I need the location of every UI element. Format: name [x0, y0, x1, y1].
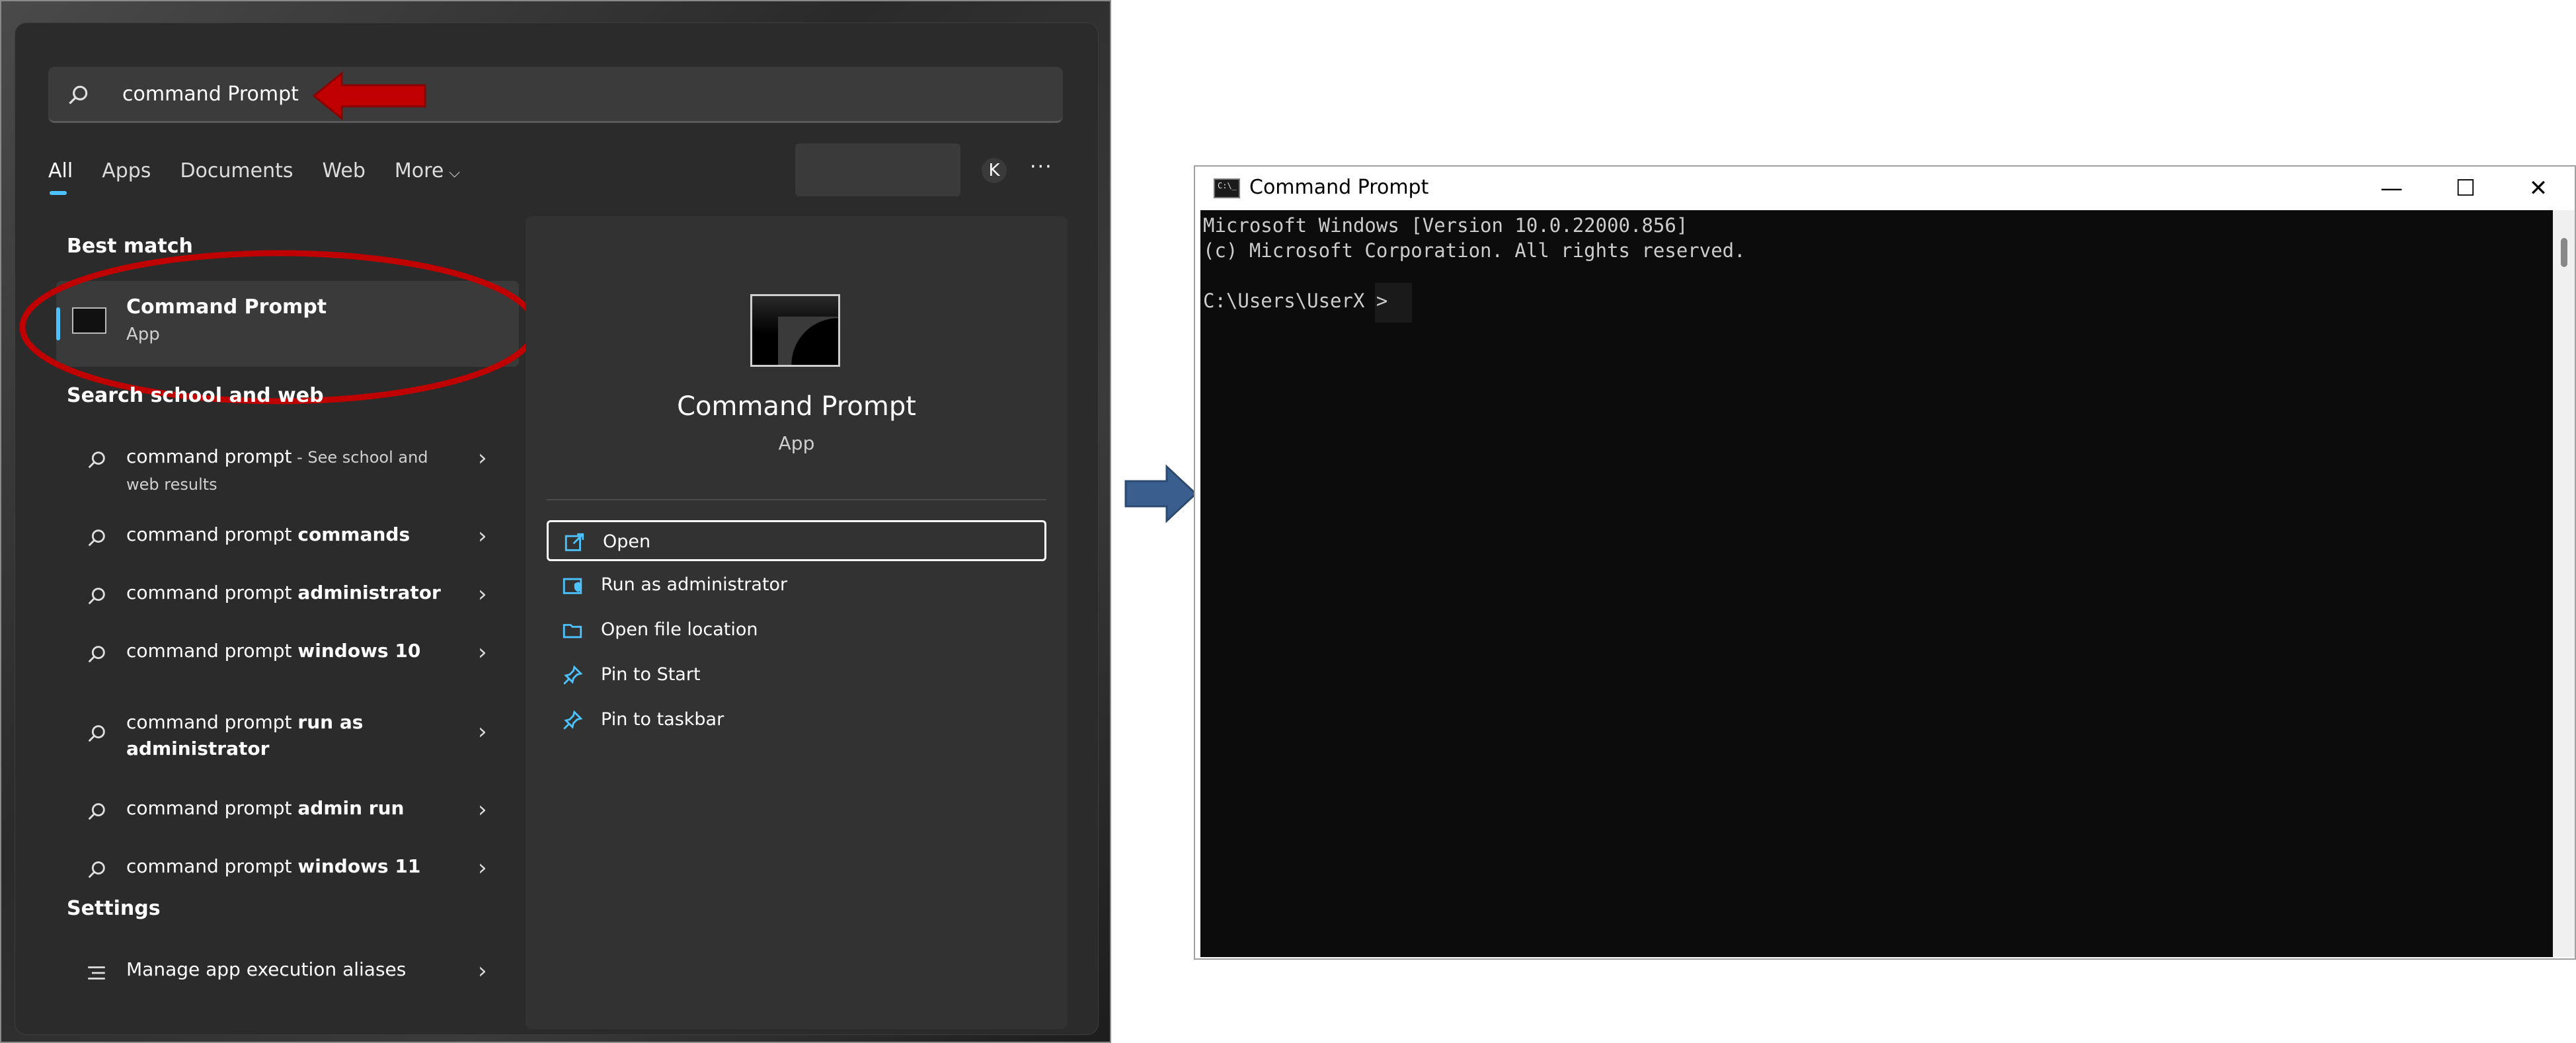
web-result-row[interactable]: command prompt windows 10 › — [56, 629, 512, 681]
web-result-label: command prompt - See school and web resu… — [126, 445, 428, 494]
pin-icon — [563, 710, 583, 730]
tab-web[interactable]: Web — [323, 157, 366, 186]
search-input[interactable]: command Prompt — [48, 67, 1063, 123]
search-icon — [88, 725, 105, 742]
settings-heading: Settings — [67, 897, 161, 920]
details-pane: Command Prompt App Open Run as administr… — [526, 216, 1068, 1029]
blue-arrow-annotation — [1124, 464, 1198, 523]
open-file-location-button[interactable]: Open file location — [547, 610, 1046, 651]
start-menu-screenshot: command Prompt All Apps Documents Web Mo… — [0, 0, 1111, 1043]
open-file-location-label: Open file location — [601, 619, 758, 640]
web-result-label: command prompt administrator — [126, 582, 441, 603]
web-result-label: command prompt windows 11 — [126, 855, 421, 877]
red-ellipse-annotation — [19, 250, 539, 405]
tab-documents[interactable]: Documents — [180, 157, 293, 186]
chevron-right-icon: › — [478, 796, 487, 823]
web-section-heading: Search school and web — [67, 384, 324, 407]
search-icon — [88, 588, 105, 605]
shield-window-icon — [563, 578, 582, 594]
web-result-label: command prompt windows 10 — [126, 640, 421, 662]
web-result-row[interactable]: command prompt administrator › — [56, 570, 512, 623]
web-result-label: command prompt commands — [126, 523, 410, 545]
console-line: Microsoft Windows [Version 10.0.22000.85… — [1203, 214, 1688, 237]
search-query-text[interactable]: command Prompt — [122, 80, 299, 109]
details-app-type: App — [778, 432, 815, 454]
folder-icon — [563, 624, 582, 638]
divider — [547, 499, 1046, 500]
scrollbar-thumb[interactable] — [2561, 238, 2567, 267]
pin-to-start-button[interactable]: Pin to Start — [547, 655, 1046, 696]
close-button[interactable]: ✕ — [2505, 171, 2571, 206]
chevron-right-icon: › — [478, 855, 487, 881]
chevron-right-icon: › — [478, 639, 487, 666]
search-icon — [88, 861, 105, 878]
web-result-row[interactable]: command prompt - See school and web resu… — [56, 434, 512, 494]
search-icon — [88, 803, 105, 820]
settings-result-row[interactable]: Manage app execution aliases › — [56, 947, 512, 1000]
search-icon — [88, 529, 105, 547]
search-icon — [88, 646, 105, 663]
red-arrow-annotation — [312, 71, 426, 121]
more-options-icon[interactable]: ··· — [1030, 155, 1053, 178]
maximize-button[interactable]: ☐ — [2433, 171, 2499, 206]
tab-more-label: More — [394, 159, 444, 182]
tab-apps[interactable]: Apps — [102, 157, 151, 186]
prompt-row: C:\Users\UserX > — [1200, 263, 2553, 323]
chevron-right-icon: › — [478, 581, 487, 607]
console-prompt: C:\Users\UserX > — [1203, 290, 1388, 312]
list-settings-icon — [88, 966, 105, 980]
tab-all[interactable]: All — [48, 157, 73, 195]
chevron-right-icon: › — [478, 523, 487, 549]
web-result-row[interactable]: command prompt admin run › — [56, 786, 512, 839]
open-button[interactable]: Open — [547, 520, 1046, 561]
web-result-label: command prompt run as administrator — [126, 711, 364, 759]
console-output[interactable]: Microsoft Windows [Version 10.0.22000.85… — [1200, 210, 2553, 957]
avatar[interactable]: K — [982, 158, 1007, 183]
window-titlebar[interactable]: C:\_ Command Prompt — ☐ ✕ — [1195, 167, 2575, 210]
filter-tabs: All Apps Documents Web More ⌵ — [48, 157, 489, 196]
tab-more[interactable]: More ⌵ — [395, 157, 460, 188]
chevron-right-icon: › — [478, 718, 487, 745]
web-result-row[interactable]: command prompt windows 11 › — [56, 844, 512, 897]
search-icon — [88, 451, 105, 469]
web-result-row[interactable]: command prompt commands › — [56, 512, 512, 565]
command-prompt-icon — [750, 294, 840, 367]
web-result-label: command prompt admin run — [126, 797, 405, 819]
run-as-admin-label: Run as administrator — [601, 574, 788, 595]
open-external-icon — [565, 533, 584, 551]
vertical-scrollbar[interactable] — [2553, 210, 2575, 957]
pin-to-taskbar-button[interactable]: Pin to taskbar — [547, 700, 1046, 741]
start-search-panel: command Prompt All Apps Documents Web Mo… — [15, 22, 1099, 1035]
console-line: (c) Microsoft Corporation. All rights re… — [1203, 239, 1746, 262]
chevron-down-icon: ⌵ — [449, 165, 460, 181]
pin-to-taskbar-label: Pin to taskbar — [601, 709, 724, 730]
chevron-right-icon: › — [478, 958, 487, 984]
minimize-button[interactable]: — — [2359, 171, 2425, 206]
command-prompt-window: C:\_ Command Prompt — ☐ ✕ Microsoft Wind… — [1194, 165, 2576, 960]
search-icon — [69, 85, 88, 104]
command-prompt-icon: C:\_ — [1214, 178, 1240, 198]
chevron-right-icon: › — [478, 445, 487, 471]
pin-icon — [563, 665, 583, 685]
web-result-row[interactable]: command prompt run as administrator › — [56, 700, 512, 766]
run-as-admin-button[interactable]: Run as administrator — [547, 565, 1046, 606]
pin-to-start-label: Pin to Start — [601, 664, 701, 685]
window-title: Command Prompt — [1249, 176, 1429, 199]
open-label: Open — [603, 531, 651, 552]
settings-result-label: Manage app execution aliases — [126, 958, 407, 980]
details-app-name: Command Prompt — [677, 391, 916, 422]
account-box[interactable] — [795, 143, 960, 196]
